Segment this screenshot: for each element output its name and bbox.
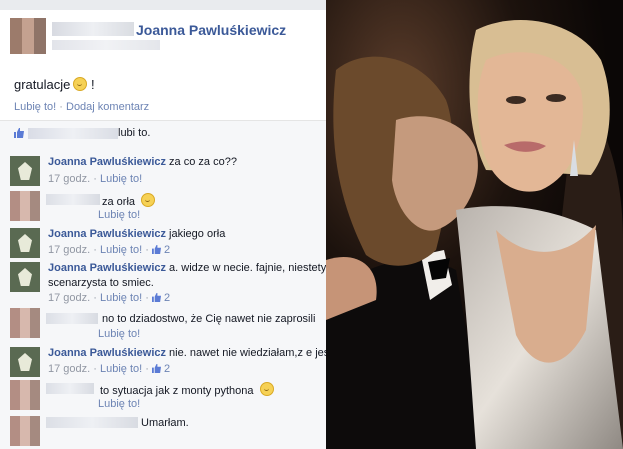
eagle-avatar-icon[interactable] xyxy=(10,228,40,258)
comment-line: Joanna Pawluśkiewicz a. widze w necie. f… xyxy=(48,262,326,274)
comment-like-count[interactable]: 2 xyxy=(164,363,170,375)
comment-text: a. widze w necie. fajnie, niestety nic n xyxy=(169,262,326,274)
comment-like-link[interactable]: Lubię to! xyxy=(100,292,142,304)
eagle-avatar-icon[interactable] xyxy=(10,262,40,292)
comment-line: to sytuacja jak z monty pythona xyxy=(100,382,274,397)
comment-meta: 17 godz. · Lubię to! · 2 xyxy=(48,363,171,375)
comment-text: nie. nawet nie wiedziałam,z e jest no xyxy=(169,347,326,359)
top-strip xyxy=(0,0,326,10)
poster-name[interactable]: Joanna Pawluśkiewicz xyxy=(136,22,286,38)
thumbs-up-icon xyxy=(14,128,24,138)
comment-meta: 17 godz. · Lubię to! xyxy=(48,173,143,185)
woman-eye-right xyxy=(546,94,566,102)
comment-text: Umarłam. xyxy=(141,417,189,429)
blurred-likers xyxy=(28,128,118,139)
blurred-name xyxy=(52,22,134,36)
blurred-name xyxy=(46,313,98,324)
post-text: gratulacje ! xyxy=(14,77,95,92)
blurred-avatar[interactable] xyxy=(10,416,40,446)
comment-meta: Lubię to! xyxy=(98,209,140,221)
facebook-post-panel: Joanna Pawluśkiewicz gratulacje ! Lubię … xyxy=(0,0,326,449)
comment-line: Umarłam. xyxy=(141,417,189,429)
comment-like-link[interactable]: Lubię to! xyxy=(100,173,142,185)
poster-avatar[interactable] xyxy=(10,18,46,54)
comment-meta: 17 godz. · Lubię to! · 2 xyxy=(48,292,171,304)
comment-like-link[interactable]: Lubię to! xyxy=(100,363,142,375)
blurred-post-meta xyxy=(52,40,160,50)
comment-text-continued: scenarzysta to smiec. xyxy=(48,277,154,289)
separator: · xyxy=(59,101,63,113)
add-comment-link[interactable]: Dodaj komentarz xyxy=(66,101,149,113)
eagle-avatar-icon[interactable] xyxy=(10,156,40,186)
event-photo xyxy=(326,0,623,449)
photo-illustration xyxy=(326,0,623,449)
comment-like-link[interactable]: Lubię to! xyxy=(98,209,140,221)
comment-author[interactable]: Joanna Pawluśkiewicz xyxy=(48,262,166,274)
comment-line: Joanna Pawluśkiewicz nie. nawet nie wied… xyxy=(48,347,326,359)
post-text-content: gratulacje xyxy=(14,77,71,92)
blurred-avatar[interactable] xyxy=(10,380,40,410)
comment-author[interactable]: Joanna Pawluśkiewicz xyxy=(48,156,166,168)
likes-text: lubi to. xyxy=(118,127,151,139)
smiley-icon xyxy=(259,382,274,396)
comment-text: za co za co?? xyxy=(166,156,237,168)
comment-line: Joanna Pawluśkiewicz za co za co?? xyxy=(48,156,237,168)
thumbs-up-icon xyxy=(151,364,161,373)
post-actions: Lubię to! · Dodaj komentarz xyxy=(14,101,149,113)
comment-time[interactable]: 17 godz. xyxy=(48,363,90,375)
blurred-avatar[interactable] xyxy=(10,191,40,221)
blurred-avatar[interactable] xyxy=(10,308,40,338)
blurred-name xyxy=(46,417,138,428)
comment-like-link[interactable]: Lubię to! xyxy=(100,244,142,256)
comment-meta: 17 godz. · Lubię to! · 2 xyxy=(48,244,171,256)
comment-time[interactable]: 17 godz. xyxy=(48,244,90,256)
comment-like-count[interactable]: 2 xyxy=(164,244,170,256)
woman-eye-left xyxy=(506,96,526,104)
comment-line: no to dziadostwo, że Cię nawet nie zapro… xyxy=(102,313,315,325)
comment-like-count[interactable]: 2 xyxy=(164,292,170,304)
comments-list: Joanna Pawluśkiewicz za co za co?? 17 go… xyxy=(0,146,326,449)
blurred-name xyxy=(46,194,100,205)
smiley-icon xyxy=(141,193,156,207)
comment-meta: Lubię to! xyxy=(98,328,140,340)
eagle-avatar-icon[interactable] xyxy=(10,347,40,377)
comment-time[interactable]: 17 godz. xyxy=(48,292,90,304)
comment-author[interactable]: Joanna Pawluśkiewicz xyxy=(48,228,166,240)
smiley-icon xyxy=(73,77,88,91)
comment-meta: Lubię to! xyxy=(98,398,140,410)
comment-text: jakiego orła xyxy=(166,228,226,240)
comment-line: Joanna Pawluśkiewicz jakiego orła xyxy=(48,228,225,240)
thumbs-up-icon xyxy=(151,245,161,254)
comment-line: za orła xyxy=(102,193,156,208)
thumbs-up-icon xyxy=(151,293,161,302)
blurred-name xyxy=(46,383,94,394)
comment-like-link[interactable]: Lubię to! xyxy=(98,398,140,410)
comment-text: za orła xyxy=(102,196,136,208)
comment-author[interactable]: Joanna Pawluśkiewicz xyxy=(48,347,166,359)
comment-text: to sytuacja jak z monty pythona xyxy=(100,385,254,397)
like-link[interactable]: Lubię to! xyxy=(14,101,56,113)
comment-like-link[interactable]: Lubię to! xyxy=(98,328,140,340)
comment-line-2: scenarzysta to smiec. xyxy=(48,277,154,289)
comment-text: no to dziadostwo, że Cię nawet nie zapro… xyxy=(102,313,316,325)
comment-time[interactable]: 17 godz. xyxy=(48,173,90,185)
